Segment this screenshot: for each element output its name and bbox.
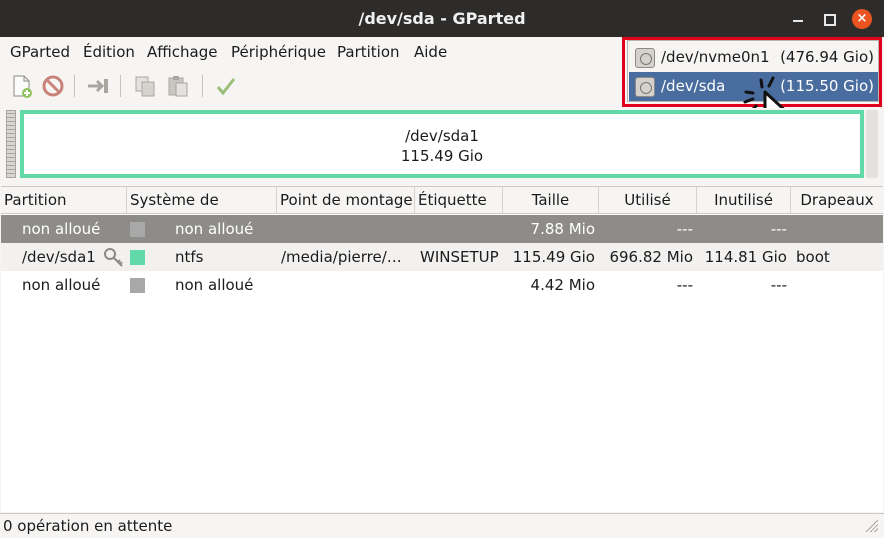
table-header: Partition Système de fichiers Point de m… <box>1 187 883 236</box>
column-header-filesystem[interactable]: Système de fichiers <box>127 187 277 236</box>
cell-flags: boot <box>796 248 830 266</box>
status-bar: 0 opération en attente <box>0 513 884 537</box>
cell-partition: /dev/sda1 <box>22 248 96 266</box>
table-row[interactable]: /dev/sda1 ntfs /media/pierre/… WINSETUP … <box>1 243 883 271</box>
cell-label: WINSETUP <box>420 248 499 266</box>
column-header-partition[interactable]: Partition <box>1 187 127 214</box>
cell-label <box>420 215 502 243</box>
cell-partition: non alloué <box>22 220 101 238</box>
toolbar-separator <box>202 75 203 97</box>
cell-filesystem: non alloué <box>175 276 254 294</box>
cell-used: 696.82 Mio <box>609 248 693 266</box>
toolbar-separator <box>120 75 121 97</box>
resize-grip-icon[interactable] <box>864 518 878 532</box>
cell-filesystem: non alloué <box>175 220 254 238</box>
cell-flags <box>796 215 876 243</box>
partition-block-size: 115.49 Gio <box>400 147 484 165</box>
menu-partition[interactable]: Partition <box>337 41 400 63</box>
menu-affichage[interactable]: Affichage <box>147 41 217 63</box>
close-button[interactable]: × <box>852 9 872 29</box>
apply-icon[interactable] <box>212 72 240 100</box>
cell-mountpoint <box>281 271 406 299</box>
column-header-flags[interactable]: Drapeaux <box>791 187 883 214</box>
delete-icon[interactable] <box>39 72 67 100</box>
resize-move-icon[interactable] <box>84 72 112 100</box>
window-title: /dev/sda - GParted <box>358 9 526 28</box>
cell-mountpoint: /media/pierre/… <box>281 248 402 266</box>
cell-size: 4.42 Mio <box>530 276 595 294</box>
cell-flags <box>796 271 876 299</box>
minimize-button[interactable] <box>788 9 808 29</box>
new-icon[interactable] <box>8 72 36 100</box>
maximize-button[interactable] <box>819 9 839 29</box>
filesystem-color-swatch <box>130 278 145 293</box>
copy-icon[interactable] <box>131 72 159 100</box>
column-header-label[interactable]: Étiquette <box>415 187 503 214</box>
partition-table: Partition Système de fichiers Point de m… <box>1 186 883 512</box>
disk-map: /dev/sda1 115.49 Gio <box>4 108 880 180</box>
column-header-mountpoint[interactable]: Point de montage <box>277 187 415 214</box>
cell-filesystem: ntfs <box>175 248 204 266</box>
table-row[interactable]: non alloué non alloué 4.42 Mio --- --- <box>1 271 883 299</box>
column-header-used[interactable]: Utilisé <box>599 187 697 214</box>
cell-used: --- <box>676 220 693 238</box>
key-icon <box>103 247 125 267</box>
filesystem-color-swatch <box>130 250 145 265</box>
menu-edition[interactable]: Édition <box>83 41 135 63</box>
cell-label <box>420 271 502 299</box>
cell-unused: 114.81 Gio <box>704 248 787 266</box>
disk-map-scrollbar[interactable] <box>866 110 878 178</box>
toolbar-separator <box>74 75 75 97</box>
menu-aide[interactable]: Aide <box>414 41 447 63</box>
cell-unused: --- <box>770 220 787 238</box>
column-header-size[interactable]: Taille <box>503 187 599 214</box>
column-header-unused[interactable]: Inutilisé <box>697 187 791 214</box>
cell-mountpoint <box>281 215 406 243</box>
partition-block-sda1[interactable]: /dev/sda1 115.49 Gio <box>20 110 864 178</box>
disk-map-grip <box>6 110 16 178</box>
menu-gparted[interactable]: GParted <box>10 41 70 63</box>
cell-partition: non alloué <box>22 276 101 294</box>
cell-used: --- <box>676 276 693 294</box>
title-bar: /dev/sda - GParted × <box>0 0 884 37</box>
menu-peripherique[interactable]: Périphérique <box>231 41 326 63</box>
pending-operations-status: 0 opération en attente <box>3 517 173 535</box>
cell-unused: --- <box>770 276 787 294</box>
paste-icon[interactable] <box>164 72 192 100</box>
cell-size: 7.88 Mio <box>530 220 595 238</box>
table-row[interactable]: non alloué non alloué 7.88 Mio --- --- <box>1 215 883 243</box>
cell-size: 115.49 Gio <box>512 248 595 266</box>
partition-block-name: /dev/sda1 <box>405 127 479 145</box>
filesystem-color-swatch <box>130 222 145 237</box>
